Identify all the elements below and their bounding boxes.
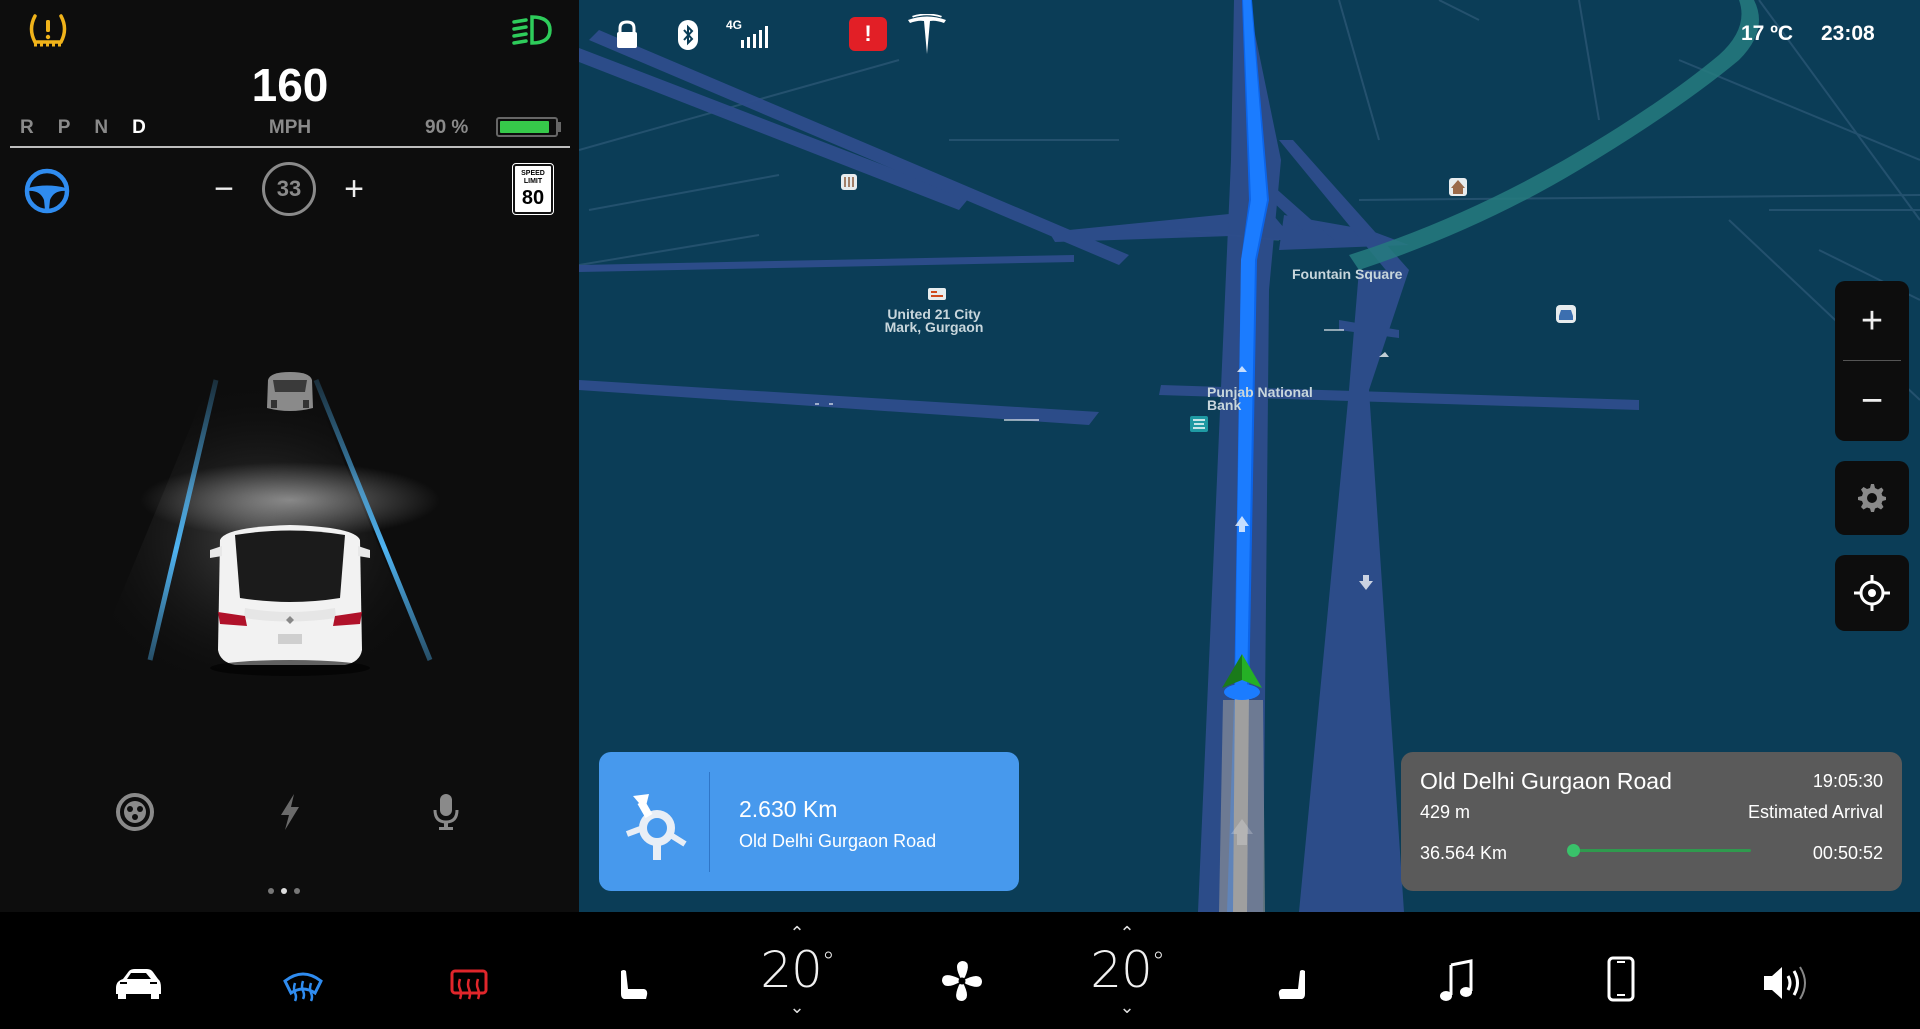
trip-progress-marker xyxy=(1566,844,1580,857)
zoom-in-button[interactable]: + xyxy=(1835,281,1909,361)
cruise-increase-button[interactable]: + xyxy=(338,167,370,211)
next-distance: 429 m xyxy=(1420,802,1471,822)
seat-left-icon[interactable] xyxy=(616,954,650,1016)
divider xyxy=(10,146,570,148)
music-icon[interactable] xyxy=(1440,950,1476,1012)
volume-icon[interactable] xyxy=(1762,952,1812,1014)
rear-defrost-icon[interactable] xyxy=(450,954,488,1016)
battery-percent: 90 % xyxy=(425,117,469,138)
degree-symbol: ° xyxy=(1151,947,1165,977)
map-label-pnb: Punjab National Bank xyxy=(1207,384,1313,413)
poi-restaurant-icon xyxy=(841,174,857,190)
poi-bank-icon xyxy=(1190,416,1208,432)
bolt-icon[interactable] xyxy=(276,792,304,832)
network-type: 4G xyxy=(726,18,743,32)
fan-icon[interactable] xyxy=(940,950,984,1012)
page-dot xyxy=(294,888,300,894)
driver-temperature-control: ⌃ 20° ⌄ xyxy=(752,924,842,1024)
car-icon[interactable] xyxy=(113,952,163,1014)
ego-vehicle xyxy=(210,525,370,676)
passenger-temp-up-button[interactable]: ⌃ xyxy=(1082,924,1172,942)
lock-icon[interactable] xyxy=(615,20,639,50)
signal-icon xyxy=(741,26,768,48)
current-road: Old Delhi Gurgaon Road xyxy=(1420,768,1672,794)
bluetooth-icon[interactable] xyxy=(678,20,698,50)
driving-panel: 160 R P N D MPH 90 % − 33 + SPEED LIMIT … xyxy=(0,0,579,912)
lead-vehicle xyxy=(267,372,313,411)
recenter-button[interactable] xyxy=(1835,555,1909,631)
battery-tip xyxy=(558,122,561,132)
status-bar: 4G ! 17 ºC 23:08 xyxy=(579,0,1920,70)
page-indicator xyxy=(268,888,300,894)
phone-icon[interactable] xyxy=(1607,948,1635,1010)
passenger-temp-down-button[interactable]: ⌄ xyxy=(1082,998,1172,1016)
speed-unit: MPH xyxy=(268,117,312,138)
tires-icon[interactable] xyxy=(115,792,155,832)
outside-temperature: 17 ºC xyxy=(1741,22,1794,45)
gear-r: R xyxy=(20,117,34,138)
map-label-fountain-square: Fountain Square xyxy=(1292,266,1403,282)
driver-temp-up-button[interactable]: ⌃ xyxy=(752,924,842,942)
page-dot-active xyxy=(281,888,287,894)
speed-limit-caption: SPEED LIMIT xyxy=(521,170,545,185)
alert-icon[interactable]: ! xyxy=(849,17,887,51)
poi-hotel-icon xyxy=(928,288,946,300)
speed-limit-sign: SPEED LIMIT 80 xyxy=(512,163,554,215)
map-label-united21: United 21 City Mark, Gurgaon xyxy=(884,306,984,335)
tesla-logo[interactable] xyxy=(906,14,948,54)
battery-indicator xyxy=(496,117,558,137)
poi-home-icon xyxy=(1449,178,1467,196)
driver-temperature: 20 xyxy=(760,941,823,999)
navigation-map[interactable]: Fountain Square United 21 City Mark, Gur… xyxy=(579,0,1920,912)
mic-icon[interactable] xyxy=(432,792,460,832)
seat-right-icon[interactable] xyxy=(1276,954,1310,1016)
arrival-label: Estimated Arrival xyxy=(1747,802,1883,822)
passenger-temperature: 20 xyxy=(1090,941,1153,999)
gear-p: P xyxy=(57,117,71,138)
recenter-icon xyxy=(1854,575,1890,611)
bottom-dock: ⌃ 20° ⌄ ⌃ 20° ⌄ xyxy=(0,912,1920,1029)
zoom-control: + − xyxy=(1835,281,1909,441)
steering-wheel-icon[interactable] xyxy=(22,166,72,216)
trip-summary-card[interactable]: Old Delhi Gurgaon Road 19:05:30 429 m Es… xyxy=(1401,752,1902,891)
remaining-time: 00:50:52 xyxy=(1812,843,1883,863)
clock: 23:08 xyxy=(1821,22,1875,45)
map-settings-button[interactable] xyxy=(1835,461,1909,535)
speed-readout: 160 xyxy=(251,59,329,111)
gear-selector: R P N D xyxy=(20,117,146,139)
cruise-speed[interactable]: 33 xyxy=(262,162,316,216)
settings-icon xyxy=(1858,484,1886,512)
gear-d: D xyxy=(132,117,146,138)
total-distance: 36.564 Km xyxy=(1420,843,1508,863)
poi-car-icon xyxy=(1556,305,1576,323)
gear-n: N xyxy=(94,117,109,138)
passenger-temperature-control: ⌃ 20° ⌄ xyxy=(1082,924,1172,1024)
zoom-out-button[interactable]: − xyxy=(1835,361,1909,441)
trip-progress-track xyxy=(1569,849,1751,852)
tpms-warning-icon[interactable] xyxy=(26,12,70,48)
speed-limit-value: 80 xyxy=(521,187,545,209)
degree-symbol: ° xyxy=(821,947,835,977)
front-defrost-icon[interactable] xyxy=(282,954,324,1016)
arrival-time: 19:05:30 xyxy=(1812,771,1883,791)
page-dot xyxy=(268,888,274,894)
maneuver-distance: 2.630 Km xyxy=(739,796,838,822)
driver-temp-down-button[interactable]: ⌄ xyxy=(752,998,842,1016)
maneuver-road: Old Delhi Gurgaon Road xyxy=(739,831,937,851)
battery-fill xyxy=(500,121,549,133)
roundabout-icon xyxy=(625,794,687,860)
cruise-decrease-button[interactable]: − xyxy=(208,167,240,211)
divider xyxy=(709,772,710,872)
next-maneuver-card[interactable]: 2.630 Km Old Delhi Gurgaon Road xyxy=(599,752,1019,891)
autopilot-visualization xyxy=(60,350,520,690)
headlight-icon[interactable] xyxy=(510,12,554,48)
